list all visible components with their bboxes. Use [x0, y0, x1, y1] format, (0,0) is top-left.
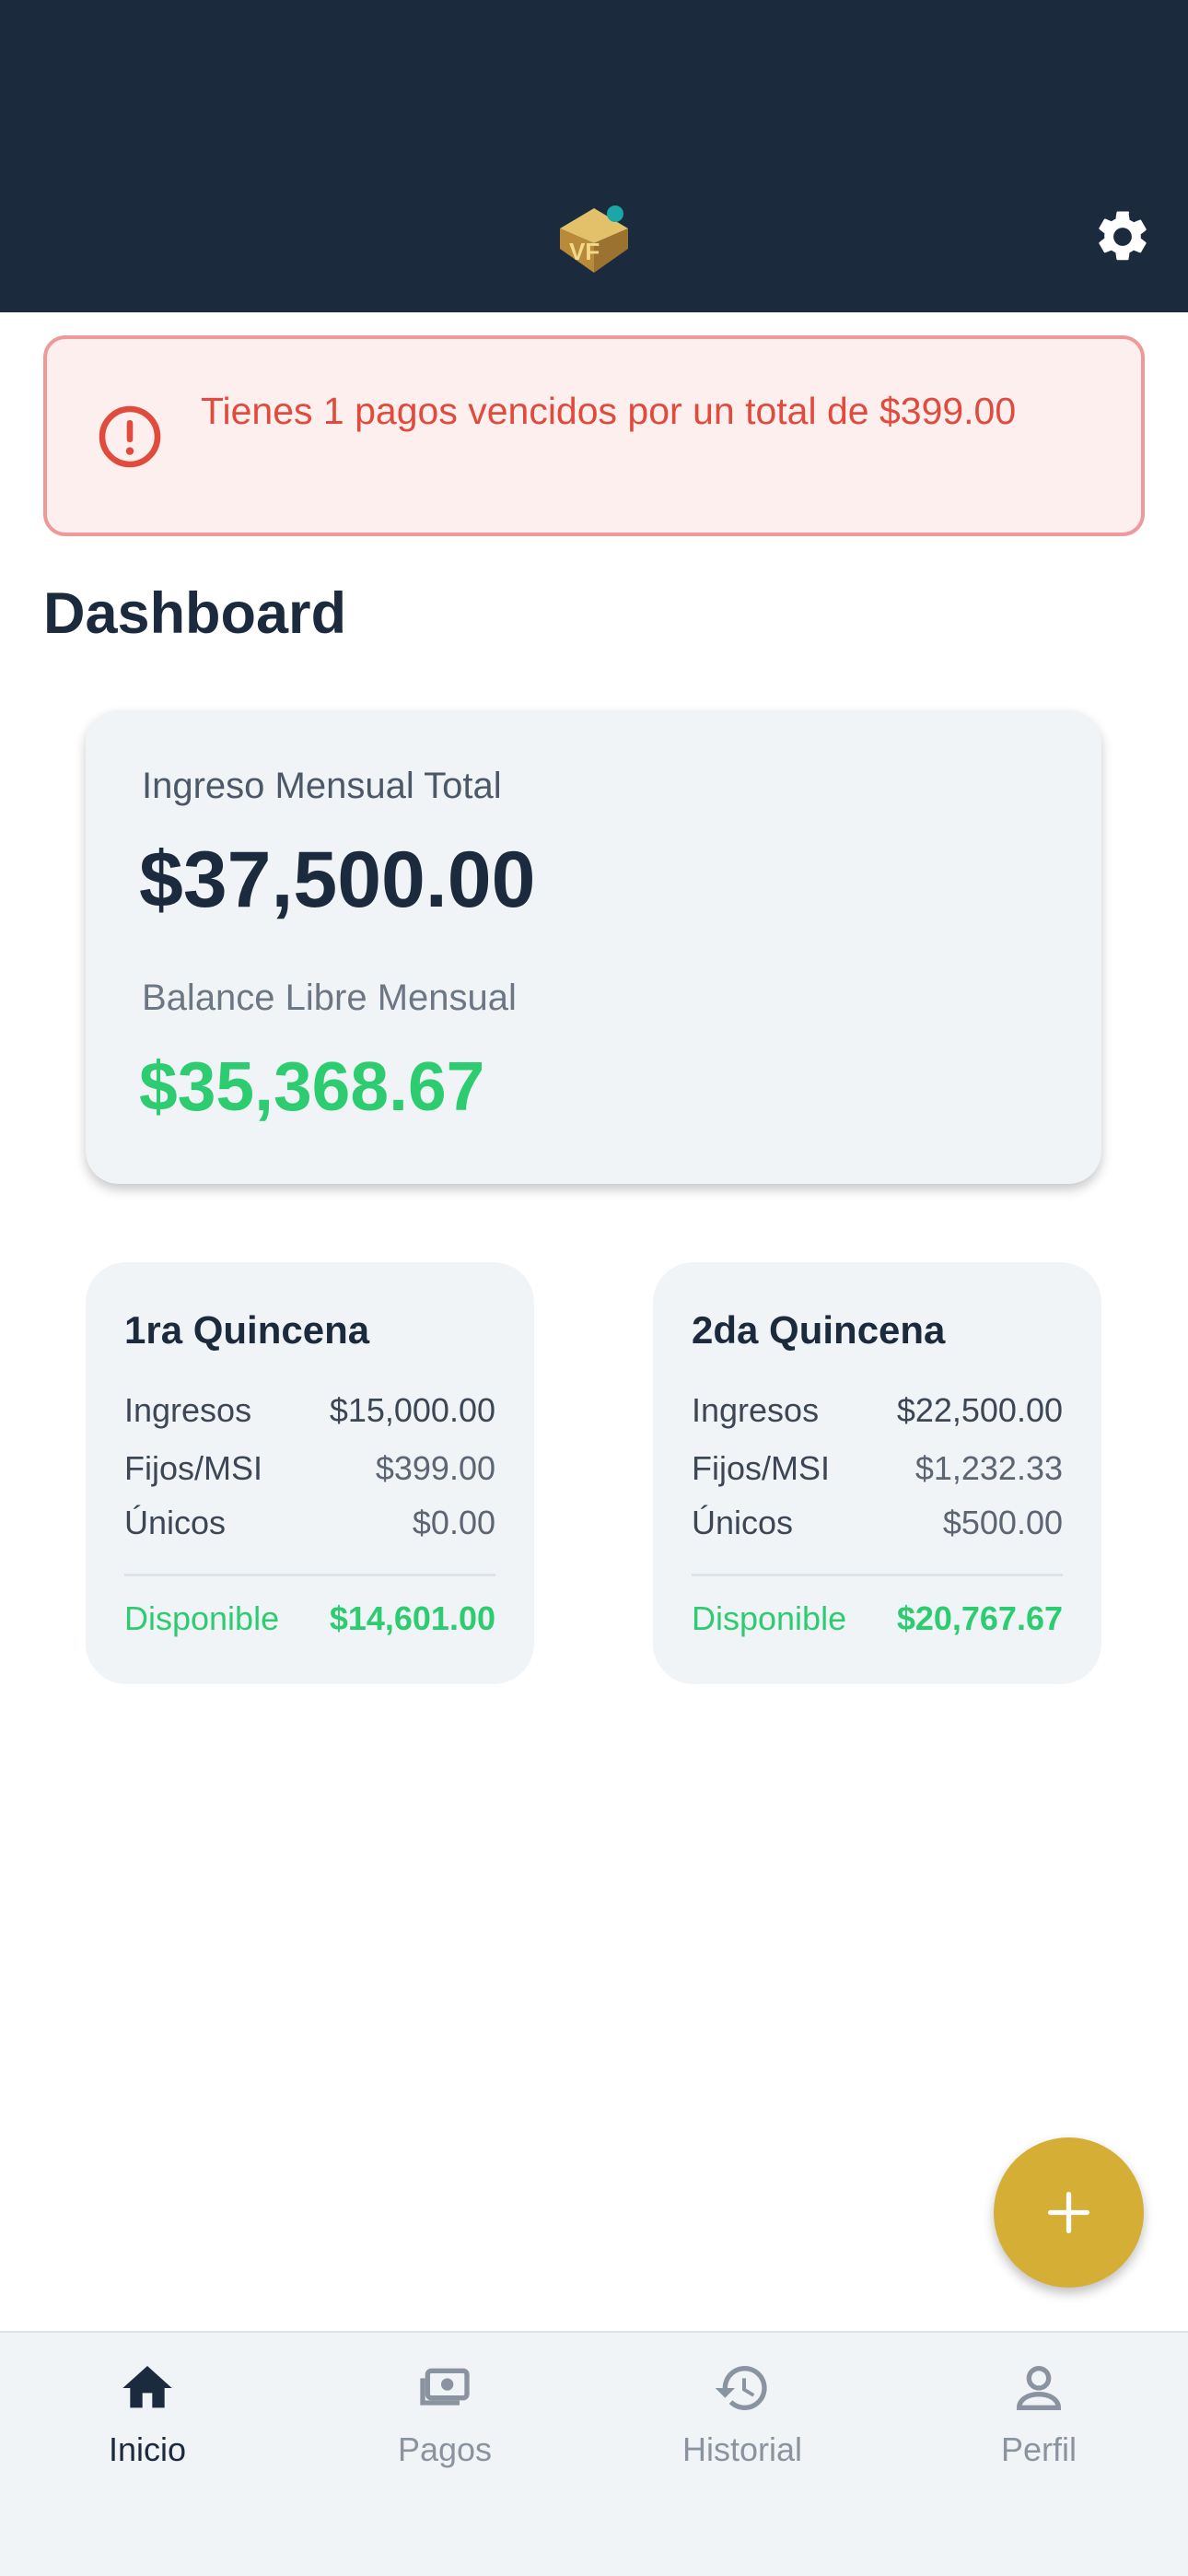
row-label: Únicos: [124, 1504, 227, 1541]
money-icon: [420, 2368, 470, 2406]
row-value: $1,232.33: [914, 1449, 1063, 1487]
app-header: VF: [0, 0, 1188, 312]
quincena-row-unique: Únicos $500.00: [692, 1504, 1063, 1542]
quincena-row-income: Ingresos $15,000.00: [124, 1391, 495, 1430]
nav-item-perfil[interactable]: Perfil: [919, 2359, 1159, 2497]
row-label: Ingresos: [124, 1391, 252, 1429]
row-label: Fijos/MSI: [692, 1449, 831, 1487]
row-value: $15,000.00: [329, 1391, 495, 1429]
history-icon: [715, 2366, 767, 2410]
quincena-available: Disponible $14,601.00: [124, 1599, 495, 1638]
nav-label: Perfil: [1000, 2430, 1077, 2468]
alert-message: Tienes 1 pagos vencidos por un total de …: [201, 390, 1017, 432]
quincena-card-1: 1ra Quincena Ingresos $15,000.00 Fijos/M…: [86, 1262, 534, 1684]
quincena-row-income: Ingresos $22,500.00: [692, 1391, 1063, 1430]
income-value: $37,500.00: [139, 836, 536, 924]
gear-icon[interactable]: [1092, 206, 1153, 267]
row-value: $22,500.00: [896, 1391, 1063, 1429]
row-label: Ingresos: [692, 1391, 820, 1429]
nav-label: Historial: [681, 2430, 803, 2468]
row-label: Fijos/MSI: [124, 1449, 263, 1487]
available-value: $14,601.00: [329, 1599, 495, 1637]
quincena-available: Disponible $20,767.67: [692, 1599, 1063, 1638]
overdue-alert: Tienes 1 pagos vencidos por un total de …: [43, 335, 1145, 536]
quincena-row-fixed: Fijos/MSI $399.00: [124, 1449, 495, 1488]
divider: [692, 1574, 1063, 1576]
available-label: Disponible: [124, 1599, 280, 1637]
nav-item-inicio[interactable]: Inicio: [28, 2359, 267, 2497]
balance-label: Balance Libre Mensual: [142, 978, 517, 1018]
row-value: $0.00: [412, 1504, 495, 1541]
quincena-row-fixed: Fijos/MSI $1,232.33: [692, 1449, 1063, 1488]
quincena-title: 1ra Quincena: [124, 1308, 370, 1352]
nav-item-historial[interactable]: Historial: [623, 2359, 862, 2497]
available-value: $20,767.67: [896, 1599, 1063, 1637]
row-value: $399.00: [375, 1449, 495, 1487]
monthly-summary-card: Ingreso Mensual Total $37,500.00 Balance…: [86, 710, 1101, 1184]
quincena-row-unique: Únicos $0.00: [124, 1504, 495, 1542]
plus-icon: [1047, 2191, 1090, 2234]
divider: [124, 1574, 495, 1576]
quincena-card-2: 2da Quincena Ingresos $22,500.00 Fijos/M…: [653, 1262, 1101, 1684]
app-logo: VF: [560, 205, 628, 273]
balance-value: $35,368.67: [139, 1048, 485, 1125]
page-title: Dashboard: [43, 581, 347, 646]
bottom-nav: Inicio Pagos Historial Perfil: [0, 2331, 1188, 2576]
error-icon: [99, 405, 161, 468]
add-button[interactable]: [994, 2137, 1144, 2288]
row-value: $500.00: [942, 1504, 1063, 1541]
person-icon: [1016, 2366, 1062, 2410]
row-label: Únicos: [692, 1504, 794, 1541]
nav-item-pagos[interactable]: Pagos: [325, 2359, 565, 2497]
nav-label: Pagos: [397, 2430, 493, 2468]
nav-label: Inicio: [108, 2430, 187, 2468]
quincena-title: 2da Quincena: [692, 1308, 946, 1352]
svg-text:VF: VF: [569, 238, 600, 265]
home-icon: [122, 2366, 172, 2408]
income-label: Ingreso Mensual Total: [142, 766, 502, 806]
available-label: Disponible: [692, 1599, 847, 1637]
